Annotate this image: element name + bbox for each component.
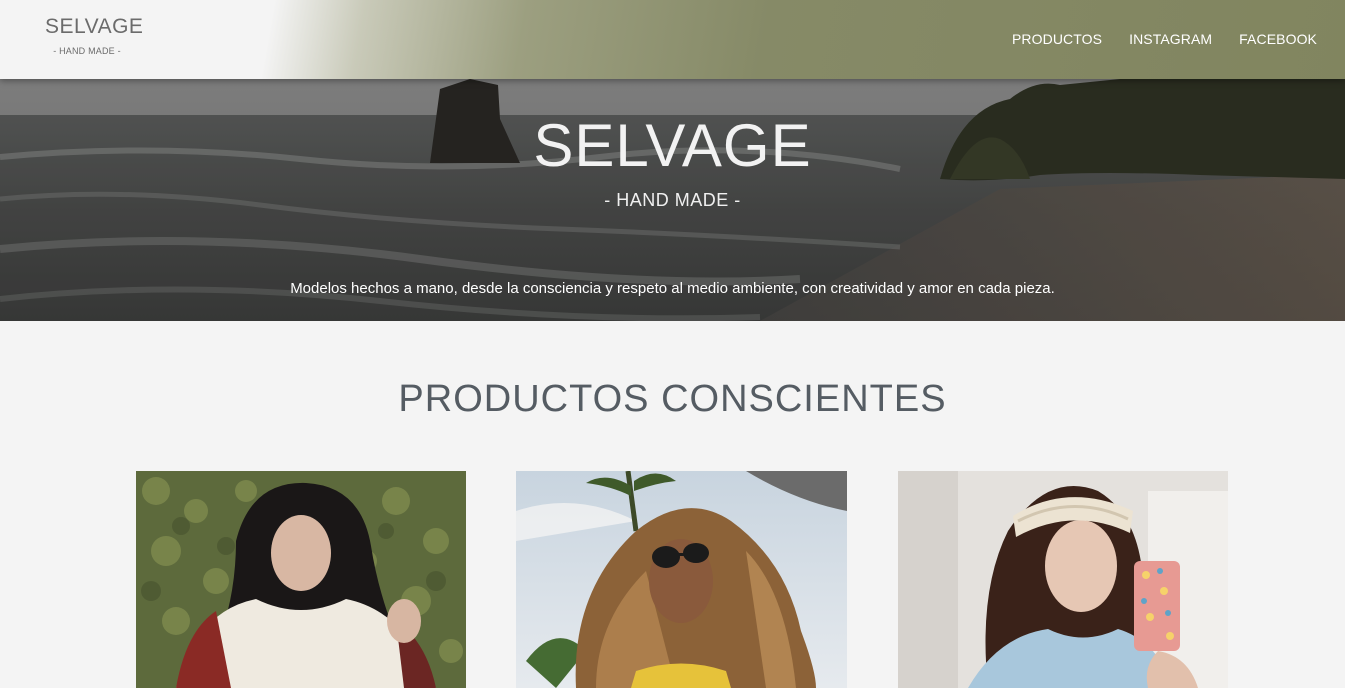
- hero-banner: SELVAGE - HAND MADE - Modelos hechos a m…: [0, 79, 1345, 321]
- hero-title: SELVAGE: [533, 112, 812, 179]
- hero-subtitle: - HAND MADE -: [604, 190, 741, 210]
- brand-tagline: - HAND MADE -: [53, 46, 121, 56]
- nav-link-instagram[interactable]: INSTAGRAM: [1129, 31, 1212, 47]
- woman-sweater-photo: [136, 471, 466, 688]
- main-nav: PRODUCTOS INSTAGRAM FACEBOOK: [1012, 31, 1317, 47]
- nav-link-productos[interactable]: PRODUCTOS: [1012, 31, 1102, 47]
- nav-link-facebook[interactable]: FACEBOOK: [1239, 31, 1317, 47]
- products-section-title: PRODUCTOS CONSCIENTES: [398, 378, 947, 420]
- product-card[interactable]: [136, 471, 466, 688]
- brand-logo[interactable]: SELVAGE - HAND MADE -: [45, 14, 144, 56]
- product-card[interactable]: [516, 471, 847, 688]
- product-card[interactable]: [898, 471, 1228, 688]
- brand-name: SELVAGE: [45, 15, 144, 38]
- woman-sunglasses-photo: [516, 471, 847, 688]
- hero-description: Modelos hechos a mano, desde la conscien…: [290, 280, 1055, 297]
- woman-headband-photo: [898, 471, 1228, 688]
- top-navbar: SELVAGE - HAND MADE - PRODUCTOS INSTAGRA…: [0, 0, 1345, 79]
